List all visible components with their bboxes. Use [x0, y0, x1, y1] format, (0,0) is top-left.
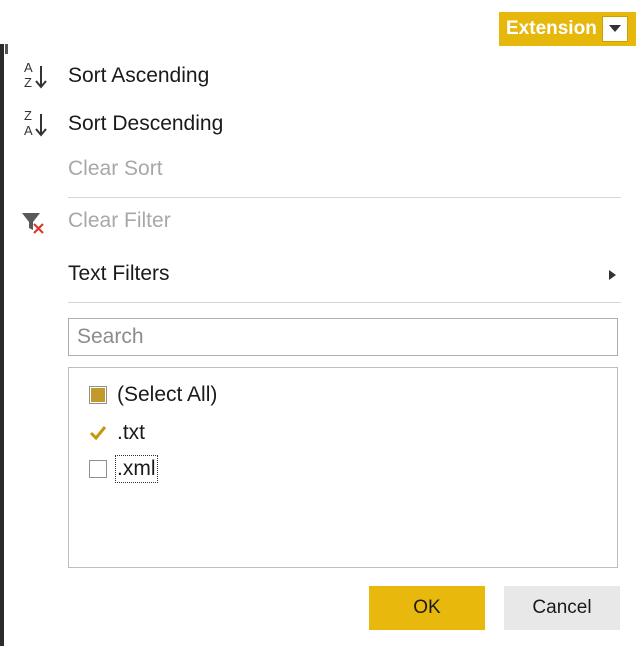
list-item-label: .xml: [115, 455, 158, 483]
svg-text:Z: Z: [24, 108, 32, 123]
menu-item-text-filters[interactable]: Text Filters: [16, 254, 616, 294]
menu-separator: [68, 197, 621, 198]
list-item-txt[interactable]: .txt: [89, 418, 145, 448]
clear-filter-icon: [16, 201, 60, 241]
checkmark-icon: [89, 426, 107, 441]
svg-text:Z: Z: [24, 75, 32, 90]
list-item-label: (Select All): [117, 383, 218, 406]
triangle-right-icon: [609, 270, 616, 280]
sort-descending-icon: Z A: [16, 104, 60, 144]
ok-button[interactable]: OK: [369, 586, 485, 630]
list-item-label: .txt: [117, 421, 146, 444]
list-item-xml[interactable]: .xml: [89, 454, 158, 484]
triangle-down-icon: [609, 25, 621, 32]
txt-checkbox[interactable]: [89, 424, 107, 442]
menu-item-clear-filter[interactable]: Clear Filter: [16, 201, 616, 241]
column-header-label: Extension: [506, 18, 597, 39]
menu-separator: [68, 302, 621, 303]
menu-label-text-filters: Text Filters: [68, 262, 170, 285]
filter-value-list[interactable]: (Select All) .txt .xml: [68, 367, 618, 568]
xml-checkbox[interactable]: [89, 460, 107, 478]
column-header-extension[interactable]: Extension: [499, 12, 636, 46]
partial-fill: [91, 388, 105, 402]
svg-text:A: A: [24, 60, 33, 75]
search-input[interactable]: [68, 318, 618, 356]
menu-label-clear-sort: Clear Sort: [68, 157, 163, 180]
window-left-edge: [0, 44, 4, 646]
menu-label-sort-ascending: Sort Ascending: [68, 64, 210, 87]
sort-ascending-icon: A Z: [16, 56, 60, 96]
window-edge-tick: [5, 44, 8, 54]
menu-label-sort-descending: Sort Descending: [68, 112, 224, 135]
menu-label-clear-filter: Clear Filter: [68, 209, 171, 232]
menu-item-sort-ascending[interactable]: A Z Sort Ascending: [16, 56, 616, 96]
cancel-button[interactable]: Cancel: [504, 586, 620, 630]
select-all-checkbox[interactable]: [89, 386, 107, 404]
list-item-select-all[interactable]: (Select All): [89, 380, 217, 410]
svg-text:A: A: [24, 123, 33, 138]
menu-item-clear-sort[interactable]: Clear Sort: [16, 149, 616, 189]
column-filter-dropdown-button[interactable]: [602, 16, 628, 42]
menu-item-sort-descending[interactable]: Z A Sort Descending: [16, 104, 616, 144]
